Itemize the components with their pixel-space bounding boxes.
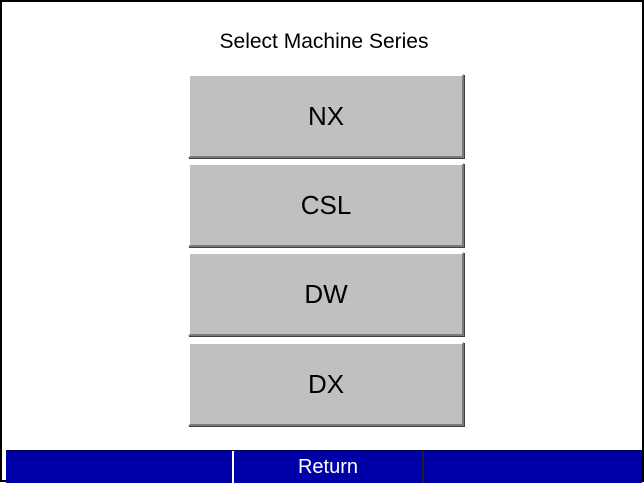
series-button-csl[interactable]: CSL: [188, 163, 464, 247]
series-button-dw[interactable]: DW: [188, 252, 464, 336]
machine-series-screen: Select Machine Series NX CSL DW DX Retur…: [0, 0, 644, 483]
return-button[interactable]: Return: [232, 451, 424, 483]
series-button-dx[interactable]: DX: [188, 342, 464, 426]
footer-bar: Return: [6, 450, 642, 483]
page-title: Select Machine Series: [219, 30, 429, 53]
series-button-nx[interactable]: NX: [188, 74, 464, 158]
